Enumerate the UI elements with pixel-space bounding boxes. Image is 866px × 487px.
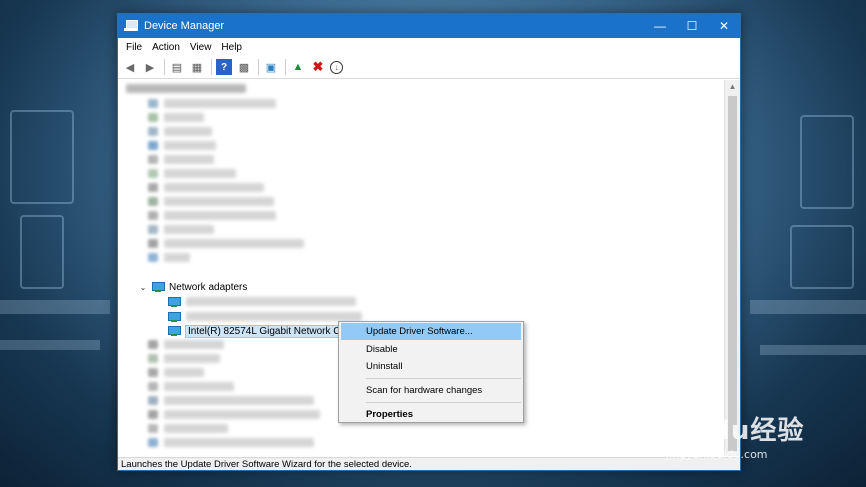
- show-hide-console-icon[interactable]: ▤: [169, 59, 185, 75]
- status-bar: Launches the Update Driver Software Wiza…: [118, 457, 740, 470]
- network-adapter-icon: [168, 297, 181, 307]
- close-icon[interactable]: ✕: [708, 19, 740, 33]
- menu-scan-hardware[interactable]: Scan for hardware changes: [339, 382, 523, 399]
- context-menu: Update Driver Software... Disable Uninst…: [338, 321, 524, 423]
- scan-hardware-icon[interactable]: ▣: [263, 59, 279, 75]
- menu-uninstall[interactable]: Uninstall: [339, 358, 523, 375]
- scrollbar-thumb[interactable]: [728, 96, 737, 451]
- update-driver-icon[interactable]: ▲: [290, 59, 306, 75]
- back-arrow-icon[interactable]: ◀: [122, 59, 138, 75]
- help-icon[interactable]: ?: [216, 59, 232, 75]
- scroll-up-icon[interactable]: ▲: [725, 80, 740, 94]
- maximize-icon[interactable]: ☐: [676, 19, 708, 33]
- baidu-watermark: Baidu经验 jingyan.baidu.com: [662, 410, 805, 461]
- menu-bar: File Action View Help: [118, 38, 740, 56]
- disable-device-icon[interactable]: ↓: [330, 60, 343, 74]
- menu-help[interactable]: Help: [221, 42, 242, 53]
- window-title: Device Manager: [144, 20, 225, 32]
- title-bar: Device Manager — ☐ ✕: [118, 14, 740, 38]
- action-pane-icon[interactable]: ▩: [236, 59, 252, 75]
- watermark-logo: Baidu经验: [662, 416, 805, 446]
- menu-separator: [366, 378, 521, 379]
- tree-item-label: Network adapters: [169, 281, 248, 293]
- uninstall-icon[interactable]: ✖: [310, 59, 326, 75]
- watermark-url: jingyan.baidu.com: [666, 448, 768, 461]
- menu-separator: [366, 402, 521, 403]
- properties-icon[interactable]: ▦: [189, 59, 205, 75]
- menu-file[interactable]: File: [126, 42, 142, 53]
- chevron-down-icon[interactable]: ⌄: [138, 283, 148, 292]
- menu-properties[interactable]: Properties: [339, 406, 523, 423]
- menu-view[interactable]: View: [190, 42, 212, 53]
- vertical-scrollbar[interactable]: ▲: [724, 80, 740, 456]
- menu-update-driver-software[interactable]: Update Driver Software...: [341, 323, 521, 340]
- menu-action[interactable]: Action: [152, 42, 180, 53]
- network-adapter-icon: [168, 312, 181, 322]
- minimize-icon[interactable]: —: [644, 19, 676, 33]
- device-manager-icon: [124, 20, 138, 32]
- menu-disable[interactable]: Disable: [339, 341, 523, 358]
- network-adapter-icon: [168, 326, 181, 336]
- tree-item-network-adapters[interactable]: ⌄ Network adapters: [138, 280, 248, 294]
- toolbar: ◀ ▶ ▤ ▦ ? ▩ ▣ ▲ ✖ ↓: [118, 56, 740, 79]
- forward-arrow-icon[interactable]: ▶: [142, 59, 158, 75]
- network-adapter-icon: [152, 282, 165, 292]
